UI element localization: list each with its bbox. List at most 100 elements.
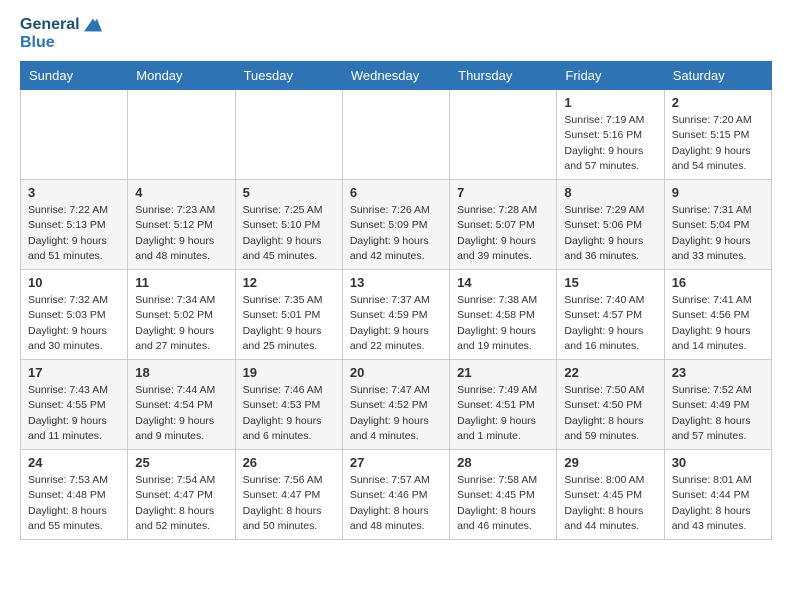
day-detail: Sunrise: 7:53 AM Sunset: 4:48 PM Dayligh… (28, 473, 120, 534)
calendar-day-cell: 11Sunrise: 7:34 AM Sunset: 5:02 PM Dayli… (128, 270, 235, 360)
calendar-day-cell: 5 Sunrise: 7:25 AM Sunset: 5:10 PM Daylig… (235, 180, 342, 270)
day-detail: Sunrise: 7:43 AM Sunset: 4:55 PM Dayligh… (28, 383, 120, 444)
calendar-day-cell: 24 Sunrise: 7:53 AM Sunset: 4:48 PM Dayli… (21, 450, 128, 540)
calendar-week-row: 17 Sunrise: 7:43 AM Sunset: 4:55 PM Dayli… (21, 360, 772, 450)
weekday-header: Wednesday (342, 62, 449, 90)
calendar-header-row: SundayMondayTuesdayWednesdayThursdayFrid… (21, 62, 772, 90)
day-number: 13 (350, 275, 442, 290)
calendar-day-cell: 27 Sunrise: 7:57 AM Sunset: 4:46 PM Dayli… (342, 450, 449, 540)
day-detail: Sunrise: 7:44 AM Sunset: 4:54 PM Dayligh… (135, 383, 227, 444)
day-detail: Sunrise: 7:37 AM Sunset: 4:59 PM Dayligh… (350, 293, 442, 354)
day-detail: Sunrise: 7:23 AM Sunset: 5:12 PM Dayligh… (135, 203, 227, 264)
day-number: 29 (564, 455, 656, 470)
calendar-day-cell (235, 90, 342, 180)
day-number: 4 (135, 185, 227, 200)
day-number: 30 (672, 455, 764, 470)
day-number: 5 (243, 185, 335, 200)
day-detail: Sunrise: 7:41 AM Sunset: 4:56 PM Dayligh… (672, 293, 764, 354)
calendar-day-cell: 30 Sunrise: 8:01 AM Sunset: 4:44 PM Dayli… (664, 450, 771, 540)
weekday-header: Tuesday (235, 62, 342, 90)
day-detail: Sunrise: 8:00 AM Sunset: 4:45 PM Dayligh… (564, 473, 656, 534)
day-detail: Sunrise: 7:28 AM Sunset: 5:07 PM Dayligh… (457, 203, 549, 264)
calendar-day-cell: 12Sunrise: 7:35 AM Sunset: 5:01 PM Dayli… (235, 270, 342, 360)
day-detail: Sunrise: 7:52 AM Sunset: 4:49 PM Dayligh… (672, 383, 764, 444)
day-detail: Sunrise: 7:50 AM Sunset: 4:50 PM Dayligh… (564, 383, 656, 444)
weekday-header: Friday (557, 62, 664, 90)
calendar-week-row: 3 Sunrise: 7:22 AM Sunset: 5:13 PM Daylig… (21, 180, 772, 270)
day-detail: Sunrise: 7:56 AM Sunset: 4:47 PM Dayligh… (243, 473, 335, 534)
day-detail: Sunrise: 7:57 AM Sunset: 4:46 PM Dayligh… (350, 473, 442, 534)
page-container: General Blue SundayMondayTuesdayWednesda… (0, 0, 792, 556)
day-number: 19 (243, 365, 335, 380)
calendar-day-cell: 23 Sunrise: 7:52 AM Sunset: 4:49 PM Dayli… (664, 360, 771, 450)
calendar-day-cell: 3 Sunrise: 7:22 AM Sunset: 5:13 PM Daylig… (21, 180, 128, 270)
day-detail: Sunrise: 7:47 AM Sunset: 4:52 PM Dayligh… (350, 383, 442, 444)
calendar-day-cell (128, 90, 235, 180)
calendar-day-cell: 8 Sunrise: 7:29 AM Sunset: 5:06 PM Daylig… (557, 180, 664, 270)
calendar-day-cell: 22Sunrise: 7:50 AM Sunset: 4:50 PM Dayli… (557, 360, 664, 450)
day-number: 25 (135, 455, 227, 470)
day-number: 28 (457, 455, 549, 470)
calendar-day-cell: 17 Sunrise: 7:43 AM Sunset: 4:55 PM Dayli… (21, 360, 128, 450)
calendar-day-cell: 19 Sunrise: 7:46 AM Sunset: 4:53 PM Dayli… (235, 360, 342, 450)
weekday-header: Monday (128, 62, 235, 90)
calendar-day-cell: 25 Sunrise: 7:54 AM Sunset: 4:47 PM Dayli… (128, 450, 235, 540)
calendar-day-cell (21, 90, 128, 180)
calendar-day-cell (342, 90, 449, 180)
day-number: 11 (135, 275, 227, 290)
day-number: 24 (28, 455, 120, 470)
calendar-table: SundayMondayTuesdayWednesdayThursdayFrid… (20, 61, 772, 540)
day-number: 6 (350, 185, 442, 200)
day-detail: Sunrise: 7:38 AM Sunset: 4:58 PM Dayligh… (457, 293, 549, 354)
calendar-day-cell: 2 Sunrise: 7:20 AM Sunset: 5:15 PM Daylig… (664, 90, 771, 180)
weekday-header: Thursday (450, 62, 557, 90)
day-detail: Sunrise: 7:25 AM Sunset: 5:10 PM Dayligh… (243, 203, 335, 264)
day-detail: Sunrise: 8:01 AM Sunset: 4:44 PM Dayligh… (672, 473, 764, 534)
day-detail: Sunrise: 7:40 AM Sunset: 4:57 PM Dayligh… (564, 293, 656, 354)
day-detail: Sunrise: 7:35 AM Sunset: 5:01 PM Dayligh… (243, 293, 335, 354)
day-detail: Sunrise: 7:31 AM Sunset: 5:04 PM Dayligh… (672, 203, 764, 264)
calendar-week-row: 10Sunrise: 7:32 AM Sunset: 5:03 PM Dayli… (21, 270, 772, 360)
calendar-day-cell: 28Sunrise: 7:58 AM Sunset: 4:45 PM Dayli… (450, 450, 557, 540)
day-detail: Sunrise: 7:20 AM Sunset: 5:15 PM Dayligh… (672, 113, 764, 174)
day-detail: Sunrise: 7:54 AM Sunset: 4:47 PM Dayligh… (135, 473, 227, 534)
day-number: 18 (135, 365, 227, 380)
calendar-day-cell: 10Sunrise: 7:32 AM Sunset: 5:03 PM Dayli… (21, 270, 128, 360)
calendar-day-cell: 7 Sunrise: 7:28 AM Sunset: 5:07 PM Daylig… (450, 180, 557, 270)
calendar-day-cell: 14 Sunrise: 7:38 AM Sunset: 4:58 PM Dayli… (450, 270, 557, 360)
calendar-day-cell: 18 Sunrise: 7:44 AM Sunset: 4:54 PM Dayli… (128, 360, 235, 450)
calendar-day-cell (450, 90, 557, 180)
day-detail: Sunrise: 7:32 AM Sunset: 5:03 PM Dayligh… (28, 293, 120, 354)
day-number: 21 (457, 365, 549, 380)
day-number: 23 (672, 365, 764, 380)
weekday-header: Saturday (664, 62, 771, 90)
calendar-day-cell: 13 Sunrise: 7:37 AM Sunset: 4:59 PM Dayli… (342, 270, 449, 360)
day-number: 2 (672, 95, 764, 110)
page-header: General Blue (20, 16, 772, 51)
day-detail: Sunrise: 7:29 AM Sunset: 5:06 PM Dayligh… (564, 203, 656, 264)
day-number: 15 (564, 275, 656, 290)
day-detail: Sunrise: 7:26 AM Sunset: 5:09 PM Dayligh… (350, 203, 442, 264)
day-number: 17 (28, 365, 120, 380)
calendar-day-cell: 4 Sunrise: 7:23 AM Sunset: 5:12 PM Daylig… (128, 180, 235, 270)
day-detail: Sunrise: 7:22 AM Sunset: 5:13 PM Dayligh… (28, 203, 120, 264)
day-number: 8 (564, 185, 656, 200)
day-number: 20 (350, 365, 442, 380)
day-number: 7 (457, 185, 549, 200)
day-detail: Sunrise: 7:46 AM Sunset: 4:53 PM Dayligh… (243, 383, 335, 444)
day-detail: Sunrise: 7:19 AM Sunset: 5:16 PM Dayligh… (564, 113, 656, 174)
calendar-week-row: 24 Sunrise: 7:53 AM Sunset: 4:48 PM Dayli… (21, 450, 772, 540)
calendar-day-cell: 1Sunrise: 7:19 AM Sunset: 5:16 PM Daylig… (557, 90, 664, 180)
weekday-header: Sunday (21, 62, 128, 90)
day-number: 16 (672, 275, 764, 290)
calendar-day-cell: 16 Sunrise: 7:41 AM Sunset: 4:56 PM Dayli… (664, 270, 771, 360)
logo: General Blue (20, 16, 102, 51)
day-number: 27 (350, 455, 442, 470)
calendar-day-cell: 21 Sunrise: 7:49 AM Sunset: 4:51 PM Dayli… (450, 360, 557, 450)
calendar-day-cell: 26 Sunrise: 7:56 AM Sunset: 4:47 PM Dayli… (235, 450, 342, 540)
day-number: 3 (28, 185, 120, 200)
day-number: 14 (457, 275, 549, 290)
day-number: 26 (243, 455, 335, 470)
calendar-day-cell: 15 Sunrise: 7:40 AM Sunset: 4:57 PM Dayli… (557, 270, 664, 360)
day-detail: Sunrise: 7:49 AM Sunset: 4:51 PM Dayligh… (457, 383, 549, 444)
